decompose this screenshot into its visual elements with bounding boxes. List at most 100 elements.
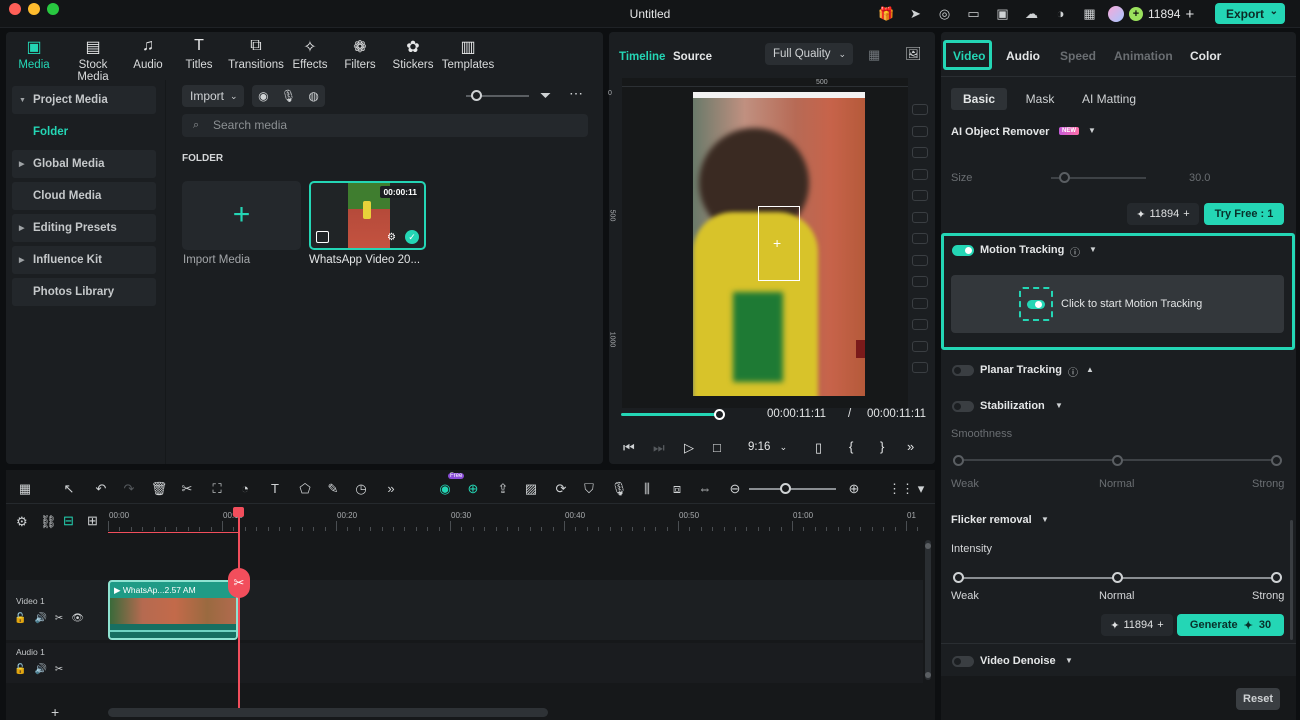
shape-icon[interactable]: ⬠ — [296, 481, 314, 497]
media-clip-thumbnail[interactable]: 00:00:11 ⚙ ✓ — [309, 181, 426, 250]
layout-icon[interactable]: ▭ — [965, 5, 982, 22]
record-icon[interactable]: ◉ — [258, 89, 268, 103]
more-tools-icon[interactable]: » — [382, 481, 400, 496]
timer-icon[interactable]: ◷ — [352, 481, 370, 497]
speaker-icon[interactable]: 🔊 — [34, 664, 46, 675]
preview-progress-bar[interactable] — [621, 413, 720, 416]
export-clip-icon[interactable]: ⇪ — [494, 481, 512, 497]
stop-icon[interactable]: □ — [713, 440, 721, 455]
timeline-vertical-scrollbar[interactable] — [925, 540, 931, 680]
microphone-icon[interactable]: 🎙 — [281, 89, 296, 103]
cut-icon[interactable]: ✂ — [178, 481, 196, 497]
sidebar-item-folder[interactable]: Folder — [12, 118, 156, 146]
help-icon[interactable]: ⓘ — [1068, 364, 1078, 379]
play-icon[interactable]: ▷ — [684, 440, 694, 456]
settings-icon[interactable]: ⚙ — [16, 514, 28, 530]
split-scissors-icon[interactable]: ✂ — [228, 568, 250, 598]
marker-icon[interactable]: ▯ — [815, 440, 822, 456]
community-icon[interactable]: ◎ — [936, 5, 953, 22]
loop-icon[interactable]: ⟳ — [552, 481, 570, 497]
tab-media[interactable]: ▣ Media — [6, 32, 62, 78]
intensity-knob-weak[interactable] — [953, 572, 964, 583]
smoothness-knob-strong[interactable] — [1271, 455, 1282, 466]
grid-view-icon[interactable]: ▦ — [868, 47, 880, 63]
mic-icon[interactable]: 🎙 — [610, 481, 628, 497]
delete-icon[interactable]: 🗑 — [150, 481, 168, 497]
import-media-card[interactable]: + — [182, 181, 301, 250]
quality-dropdown[interactable]: Full Quality ⌄ — [765, 43, 853, 65]
sidebar-item-project-media[interactable]: ▼ Project Media — [12, 86, 156, 114]
mark-in-icon[interactable]: { — [849, 439, 853, 454]
save-icon[interactable]: ▣ — [994, 5, 1011, 22]
prev-frame-icon[interactable]: ⏮ — [623, 440, 635, 456]
support-icon[interactable]: ◑ — [1052, 5, 1069, 22]
preview-tool-icon[interactable] — [912, 254, 928, 266]
intensity-knob-normal[interactable] — [1112, 572, 1123, 583]
image-icon[interactable]: ▨ — [522, 481, 540, 497]
preview-tool-icon[interactable] — [912, 362, 928, 373]
reset-button[interactable]: Reset — [1236, 688, 1280, 710]
snapshot-icon[interactable]: 🖼 — [905, 46, 922, 62]
timeline-horizontal-scrollbar[interactable] — [108, 708, 548, 717]
stabilization-toggle[interactable] — [952, 401, 974, 412]
tab-templates[interactable]: ▥ Templates — [440, 32, 496, 78]
preview-tool-icon[interactable] — [912, 319, 928, 330]
caret-down-icon[interactable]: ▼ — [1088, 126, 1096, 135]
zoom-out-icon[interactable]: ⊖ — [726, 481, 744, 497]
help-icon[interactable]: ⓘ — [1070, 244, 1080, 259]
tab-speed[interactable]: Speed — [1060, 49, 1096, 63]
aspect-ratio-dropdown[interactable]: 9:16 ⌄ — [748, 441, 787, 453]
mark-out-icon[interactable]: } — [880, 439, 884, 454]
properties-scrollbar[interactable] — [1290, 520, 1293, 640]
tracking-box[interactable]: + — [758, 206, 800, 281]
speaker-icon[interactable]: 🔊 — [34, 613, 46, 624]
add-track-icon[interactable]: ⊞ — [87, 513, 98, 529]
zoom-slider[interactable] — [749, 488, 836, 490]
subtab-basic[interactable]: Basic — [951, 88, 1007, 110]
more-controls-icon[interactable]: » — [907, 439, 914, 454]
playhead-line[interactable] — [238, 510, 240, 710]
export-button[interactable]: Export ⌄ — [1215, 3, 1285, 24]
preview-tool-icon[interactable] — [912, 168, 928, 180]
size-slider-knob[interactable] — [1059, 172, 1070, 183]
sidebar-item-influence-kit[interactable]: ▶ Influence Kit — [12, 246, 156, 274]
send-icon[interactable]: ➤ — [907, 5, 924, 22]
caret-up-icon[interactable]: ▲ — [1086, 365, 1094, 374]
redo-icon[interactable]: ↷ — [120, 481, 138, 497]
mute-icon[interactable]: ✂ — [55, 613, 63, 624]
magnet-icon[interactable]: ⊟ — [63, 513, 74, 529]
smoothness-knob-weak[interactable] — [953, 455, 964, 466]
timeline-ruler[interactable]: 00:0000:1000:2000:3000:4000:5001:0001 — [108, 507, 923, 533]
pen-icon[interactable]: ✎ — [324, 481, 342, 497]
link-icon[interactable]: ⛓ — [40, 514, 57, 530]
planar-tracking-toggle[interactable] — [952, 365, 974, 376]
crop-icon[interactable]: ⛶ — [208, 481, 226, 497]
preview-tool-icon[interactable] — [912, 233, 928, 244]
caret-down-icon[interactable]: ▼ — [1041, 515, 1049, 524]
tab-source[interactable]: Source — [673, 51, 712, 63]
thumbnail-size-knob[interactable] — [471, 90, 482, 101]
add-credits-icon[interactable]: + — [1185, 6, 1194, 23]
chevron-down-icon[interactable]: ▾ — [912, 481, 930, 497]
sidebar-item-photos-library[interactable]: Photos Library — [12, 278, 156, 306]
preview-tool-icon[interactable] — [912, 340, 928, 352]
preview-tool-icon[interactable] — [912, 211, 928, 223]
gift-icon[interactable]: 🎁 — [878, 5, 895, 22]
tab-timeline[interactable]: Timeline — [619, 51, 665, 63]
caret-down-icon[interactable]: ▼ — [1065, 656, 1073, 665]
preview-tool-icon[interactable] — [912, 125, 928, 137]
try-free-button[interactable]: Try Free : 1 — [1204, 203, 1284, 225]
ai-copilot-icon[interactable]: ◉ — [436, 481, 454, 497]
sidebar-item-cloud-media[interactable]: Cloud Media — [12, 182, 156, 210]
tab-audio[interactable]: ♫ Audio — [124, 32, 172, 78]
pointer-icon[interactable]: ↖ — [60, 481, 78, 497]
layout-icon[interactable]: ⋮⋮ — [888, 481, 914, 497]
more-options-icon[interactable]: ⋯ — [569, 85, 583, 102]
tab-effects[interactable]: ✧ Effects — [286, 32, 334, 78]
sidebar-item-global-media[interactable]: ▶ Global Media — [12, 150, 156, 178]
preview-tool-icon[interactable] — [912, 190, 928, 201]
chevron-down-icon[interactable]: ⌄ — [1270, 6, 1278, 17]
grid-icon[interactable]: ▦ — [16, 481, 34, 497]
caret-down-icon[interactable]: ▼ — [1055, 401, 1063, 410]
intensity-knob-strong[interactable] — [1271, 572, 1282, 583]
